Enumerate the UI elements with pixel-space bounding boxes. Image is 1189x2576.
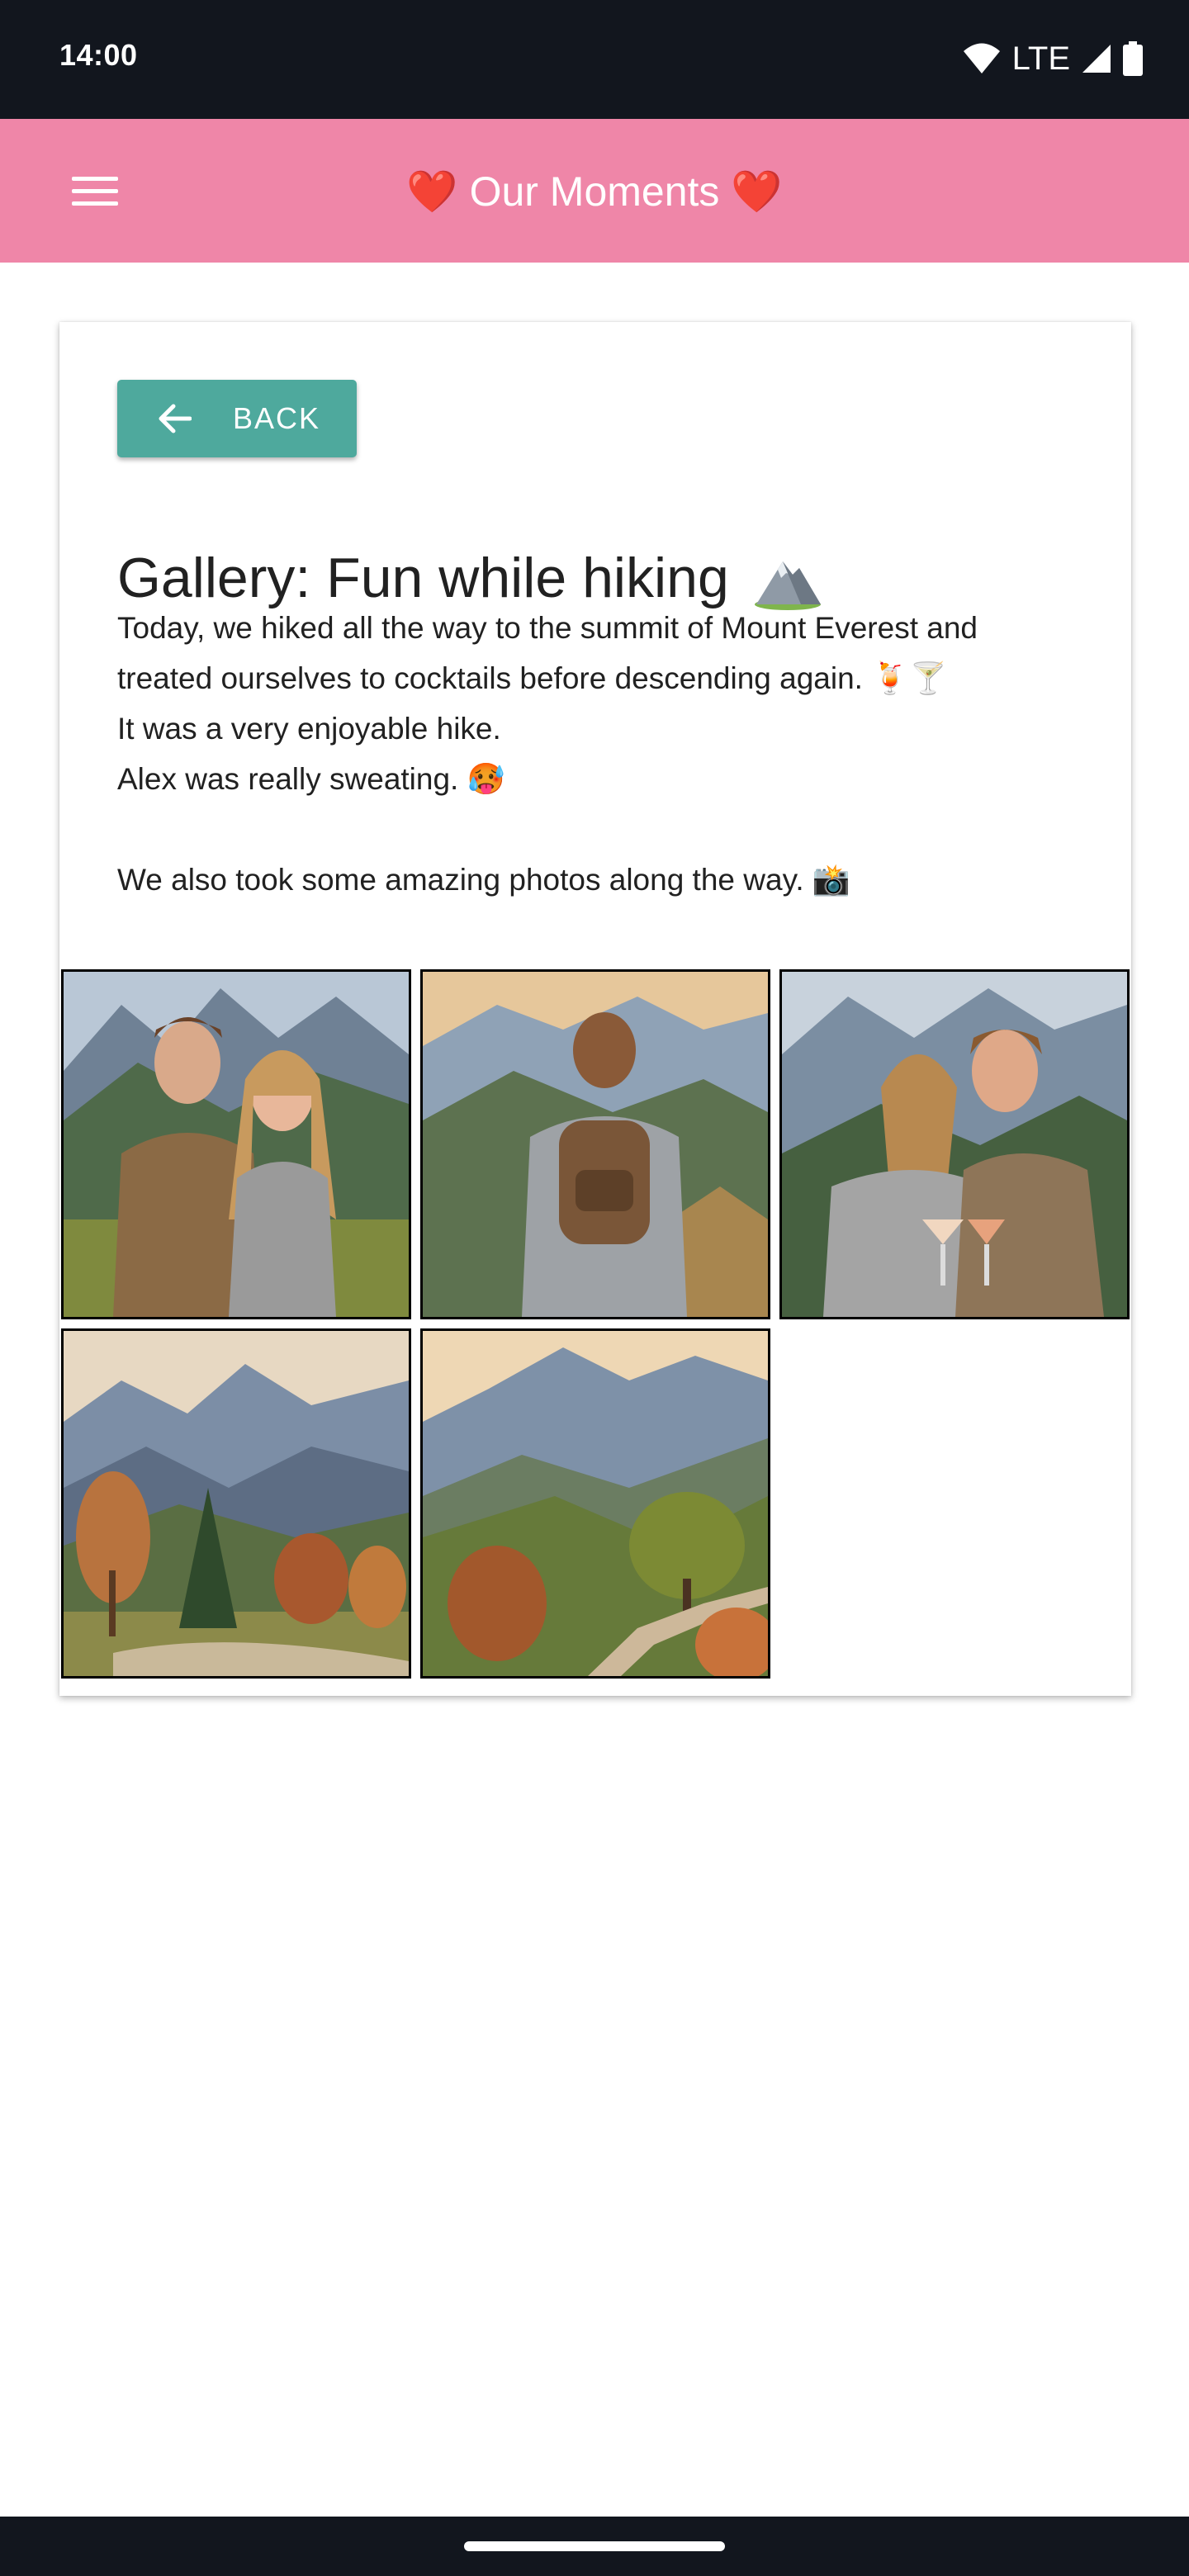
network-type: LTE (1011, 40, 1070, 77)
heart-icon: ❤️ (406, 168, 458, 215)
navigation-bar (0, 2517, 1189, 2576)
cell-signal-icon (1082, 45, 1111, 73)
description-line: treated ourselves to cocktails before de… (117, 661, 948, 695)
photo-couple-portrait[interactable] (61, 969, 411, 1319)
description-line: It was a very enjoyable hike. (117, 712, 501, 746)
app-title: ❤️ Our Moments ❤️ (0, 167, 1189, 216)
gallery-description: Today, we hiked all the way to the summi… (117, 603, 1083, 905)
gallery-title: Gallery: Fun while hiking (117, 545, 822, 611)
app-bar: ❤️ Our Moments ❤️ (0, 119, 1189, 263)
wifi-icon (963, 43, 1000, 73)
app-title-text: Our Moments (469, 168, 720, 215)
photo-couple-cocktails[interactable] (779, 969, 1130, 1319)
description-line (117, 804, 1083, 855)
photo-hiker-backpack[interactable] (420, 969, 770, 1319)
photo-autumn-valley[interactable] (61, 1328, 411, 1679)
arrow-left-icon (159, 404, 192, 433)
description-line: We also took some amazing photos along t… (117, 863, 850, 897)
home-gesture-handle[interactable] (464, 2541, 725, 2551)
back-button[interactable]: BACK (117, 380, 357, 457)
status-time: 14:00 (59, 38, 138, 72)
status-icons: LTE (963, 38, 1143, 79)
description-line: Alex was really sweating. 🥵 (117, 762, 505, 796)
gallery-title-text: Gallery: Fun while hiking (117, 546, 729, 609)
heart-icon: ❤️ (731, 168, 783, 215)
photo-mountain-trail[interactable] (420, 1328, 770, 1679)
status-bar: 14:00 LTE (0, 0, 1189, 119)
back-button-label: BACK (233, 401, 321, 435)
description-line: Today, we hiked all the way to the summi… (117, 611, 978, 645)
battery-icon (1123, 41, 1143, 76)
gallery-card: BACK Gallery: Fun while hiking Today, we… (59, 322, 1131, 1696)
